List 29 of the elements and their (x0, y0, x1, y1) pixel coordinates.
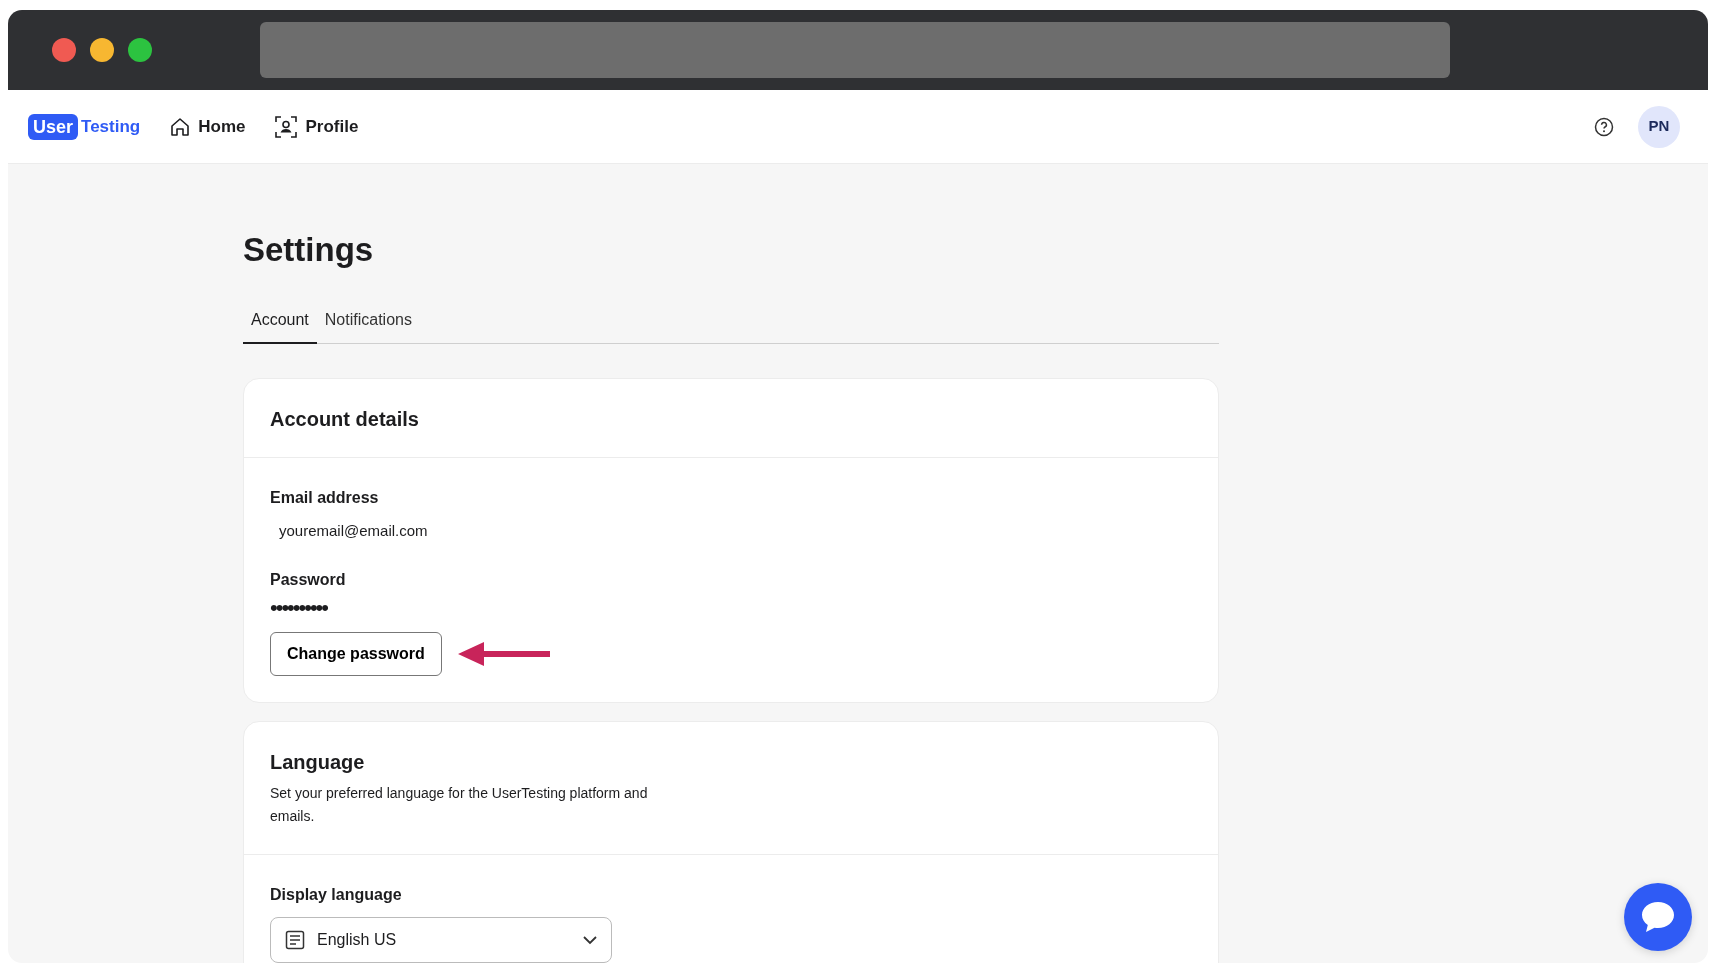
email-value: youremail@email.com (279, 520, 429, 541)
person-frame-icon (275, 115, 298, 138)
nav-link[interactable]: Profile (275, 113, 359, 140)
card-description: Set your preferred language for the UserTesting platform and emails. (270, 784, 649, 827)
chevron-down-icon (583, 935, 597, 945)
select-value: English US (317, 930, 397, 951)
home-icon (170, 116, 191, 137)
change-password-button[interactable]: Change password (270, 632, 442, 677)
close-window-dot[interactable] (52, 38, 76, 62)
field-label: Display language (270, 885, 403, 906)
help-icon[interactable] (1594, 116, 1614, 137)
document-icon (285, 930, 305, 951)
password-dots: •••••••••• (270, 596, 329, 621)
chat-button[interactable] (1624, 883, 1692, 951)
tab[interactable]: Account (243, 303, 317, 344)
card-title: Account details (270, 406, 420, 431)
maximize-window-dot[interactable] (128, 38, 152, 62)
card-title: Language (270, 750, 366, 775)
field-label: Email address (270, 487, 380, 508)
field-label: Password (270, 570, 347, 591)
chat-bubble-icon (1640, 900, 1676, 934)
page-title: Settings (243, 230, 375, 270)
logo-text[interactable]: Testing (81, 113, 141, 140)
nav-link[interactable]: Home (170, 113, 246, 140)
logo-badge[interactable]: User (28, 113, 79, 140)
language-select[interactable]: English US (270, 917, 612, 963)
minimize-window-dot[interactable] (90, 38, 114, 62)
user-avatar[interactable]: PN (1638, 105, 1680, 148)
tab[interactable]: Notifications (316, 303, 420, 344)
